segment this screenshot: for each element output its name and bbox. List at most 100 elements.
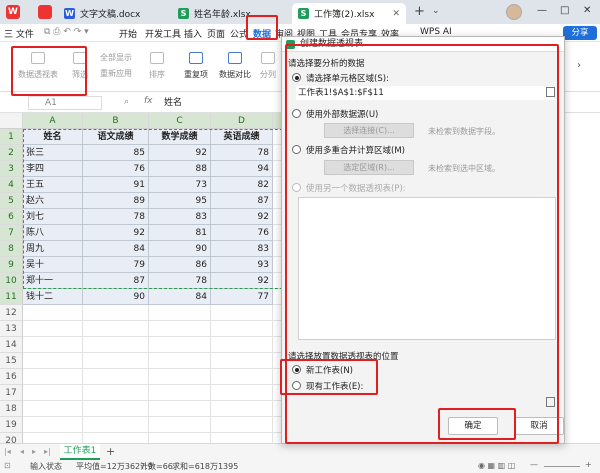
table-cell[interactable]: [149, 321, 211, 337]
table-cell[interactable]: [23, 385, 83, 401]
table-cell[interactable]: [83, 433, 149, 443]
maximize-icon[interactable]: □: [560, 5, 569, 16]
table-cell[interactable]: [83, 321, 149, 337]
table-cell[interactable]: [149, 369, 211, 385]
view-icons[interactable]: ◉ ▦ ▥ ◫: [478, 461, 515, 470]
tab-workbook2[interactable]: S 工作簿(2).xlsx ✕: [292, 3, 406, 24]
sheet-nav-first-icon[interactable]: |◂: [4, 447, 11, 456]
menu-data[interactable]: 数据: [253, 27, 271, 40]
filter-button[interactable]: 筛选: [66, 52, 94, 80]
row-header[interactable]: 18: [0, 401, 23, 417]
row-header[interactable]: 16: [0, 369, 23, 385]
location-picker-icon[interactable]: [546, 397, 555, 407]
table-cell[interactable]: [23, 369, 83, 385]
row-header[interactable]: 12: [0, 305, 23, 321]
ok-button[interactable]: 确定: [448, 417, 498, 435]
existing-sheet-input[interactable]: [296, 396, 554, 408]
table-cell[interactable]: [23, 417, 83, 433]
row-header[interactable]: 3: [0, 161, 23, 177]
row-header[interactable]: 2: [0, 145, 23, 161]
select-all-corner[interactable]: [0, 113, 23, 129]
table-cell[interactable]: [211, 369, 273, 385]
split-column-button[interactable]: 分列: [256, 52, 280, 80]
table-cell[interactable]: [211, 385, 273, 401]
table-cell[interactable]: [83, 417, 149, 433]
table-cell[interactable]: [83, 337, 149, 353]
radio-new-sheet[interactable]: [292, 365, 301, 374]
row-header[interactable]: 7: [0, 225, 23, 241]
range-input[interactable]: 工作表1!$A$1:$F$11: [296, 86, 554, 100]
column-header-d[interactable]: D: [211, 113, 273, 129]
ribbon-more-chevron-icon[interactable]: ›: [577, 60, 581, 71]
radio-cell-range[interactable]: [292, 73, 301, 82]
choose-connection-button[interactable]: 选择连接(C)...: [324, 123, 414, 138]
column-header-b[interactable]: B: [83, 113, 149, 129]
table-cell[interactable]: [211, 417, 273, 433]
menu-formula[interactable]: 公式: [230, 27, 248, 40]
row-header[interactable]: 1: [0, 129, 23, 145]
column-header-c[interactable]: C: [149, 113, 211, 129]
table-cell[interactable]: 钱十二: [23, 289, 83, 305]
table-cell[interactable]: 77: [211, 289, 273, 305]
table-cell[interactable]: [83, 369, 149, 385]
table-cell[interactable]: [211, 305, 273, 321]
tab-names-workbook[interactable]: S 姓名年龄.xlsx: [172, 3, 290, 24]
name-box[interactable]: A1: [28, 96, 102, 110]
choose-area-button[interactable]: 选定区域(R)...: [324, 160, 414, 175]
close-tab-icon[interactable]: ✕: [392, 9, 400, 19]
new-tab-icon[interactable]: +: [414, 4, 425, 19]
table-cell[interactable]: [23, 337, 83, 353]
column-header-a[interactable]: A: [23, 113, 83, 129]
radio-other-pivot[interactable]: [292, 183, 301, 192]
add-sheet-button[interactable]: +: [106, 445, 115, 458]
row-header[interactable]: 15: [0, 353, 23, 369]
table-cell[interactable]: [211, 401, 273, 417]
zoom-search-icon[interactable]: ⌕: [124, 97, 129, 107]
table-cell[interactable]: [149, 401, 211, 417]
table-cell[interactable]: [83, 401, 149, 417]
table-cell[interactable]: [23, 433, 83, 443]
menu-insert[interactable]: 插入: [184, 27, 202, 40]
avatar[interactable]: [506, 4, 522, 20]
radio-external-source[interactable]: [292, 109, 301, 118]
row-header[interactable]: 20: [0, 433, 23, 443]
row-header[interactable]: 9: [0, 257, 23, 273]
menu-file[interactable]: 三 文件: [4, 27, 34, 40]
zoom-in-icon[interactable]: +: [585, 460, 592, 469]
table-cell[interactable]: [149, 353, 211, 369]
tab-document[interactable]: W 文字文稿.docx: [58, 3, 170, 24]
sheet-nav-prev-icon[interactable]: ◂: [20, 447, 24, 456]
tab-list-chevron-icon[interactable]: ⌄: [432, 6, 440, 16]
row-header[interactable]: 6: [0, 209, 23, 225]
table-cell[interactable]: 90: [83, 289, 149, 305]
duplicates-button[interactable]: 重复项: [180, 52, 212, 80]
table-cell[interactable]: [211, 321, 273, 337]
table-cell[interactable]: [149, 385, 211, 401]
wps-home-icon[interactable]: [38, 5, 52, 19]
radio-existing-sheet[interactable]: [292, 381, 301, 390]
compare-button[interactable]: 数据对比: [216, 52, 254, 80]
row-header[interactable]: 10: [0, 273, 23, 289]
range-picker-icon[interactable]: [546, 87, 555, 97]
table-cell[interactable]: [149, 433, 211, 443]
menu-page[interactable]: 页面: [207, 27, 225, 40]
table-cell[interactable]: [149, 305, 211, 321]
table-cell[interactable]: [23, 401, 83, 417]
table-cell[interactable]: 84: [149, 289, 211, 305]
wps-logo-icon[interactable]: W: [6, 5, 20, 19]
row-header[interactable]: 14: [0, 337, 23, 353]
sheet-nav-next-icon[interactable]: ▸: [32, 447, 36, 456]
menu-home[interactable]: 开始: [119, 27, 137, 40]
show-all-button[interactable]: 全部显示: [100, 52, 144, 63]
close-window-icon[interactable]: ✕: [583, 5, 591, 16]
row-header[interactable]: 17: [0, 385, 23, 401]
sheet-nav-last-icon[interactable]: ▸|: [44, 447, 51, 456]
table-cell[interactable]: [211, 433, 273, 443]
sort-button[interactable]: 排序: [145, 52, 169, 80]
minimize-icon[interactable]: —: [537, 5, 547, 16]
pivot-list-box[interactable]: [298, 197, 556, 340]
menu-dev-tools[interactable]: 开发工具: [145, 27, 181, 40]
table-cell[interactable]: [83, 353, 149, 369]
row-header[interactable]: 13: [0, 321, 23, 337]
share-button[interactable]: 分享: [563, 26, 597, 40]
